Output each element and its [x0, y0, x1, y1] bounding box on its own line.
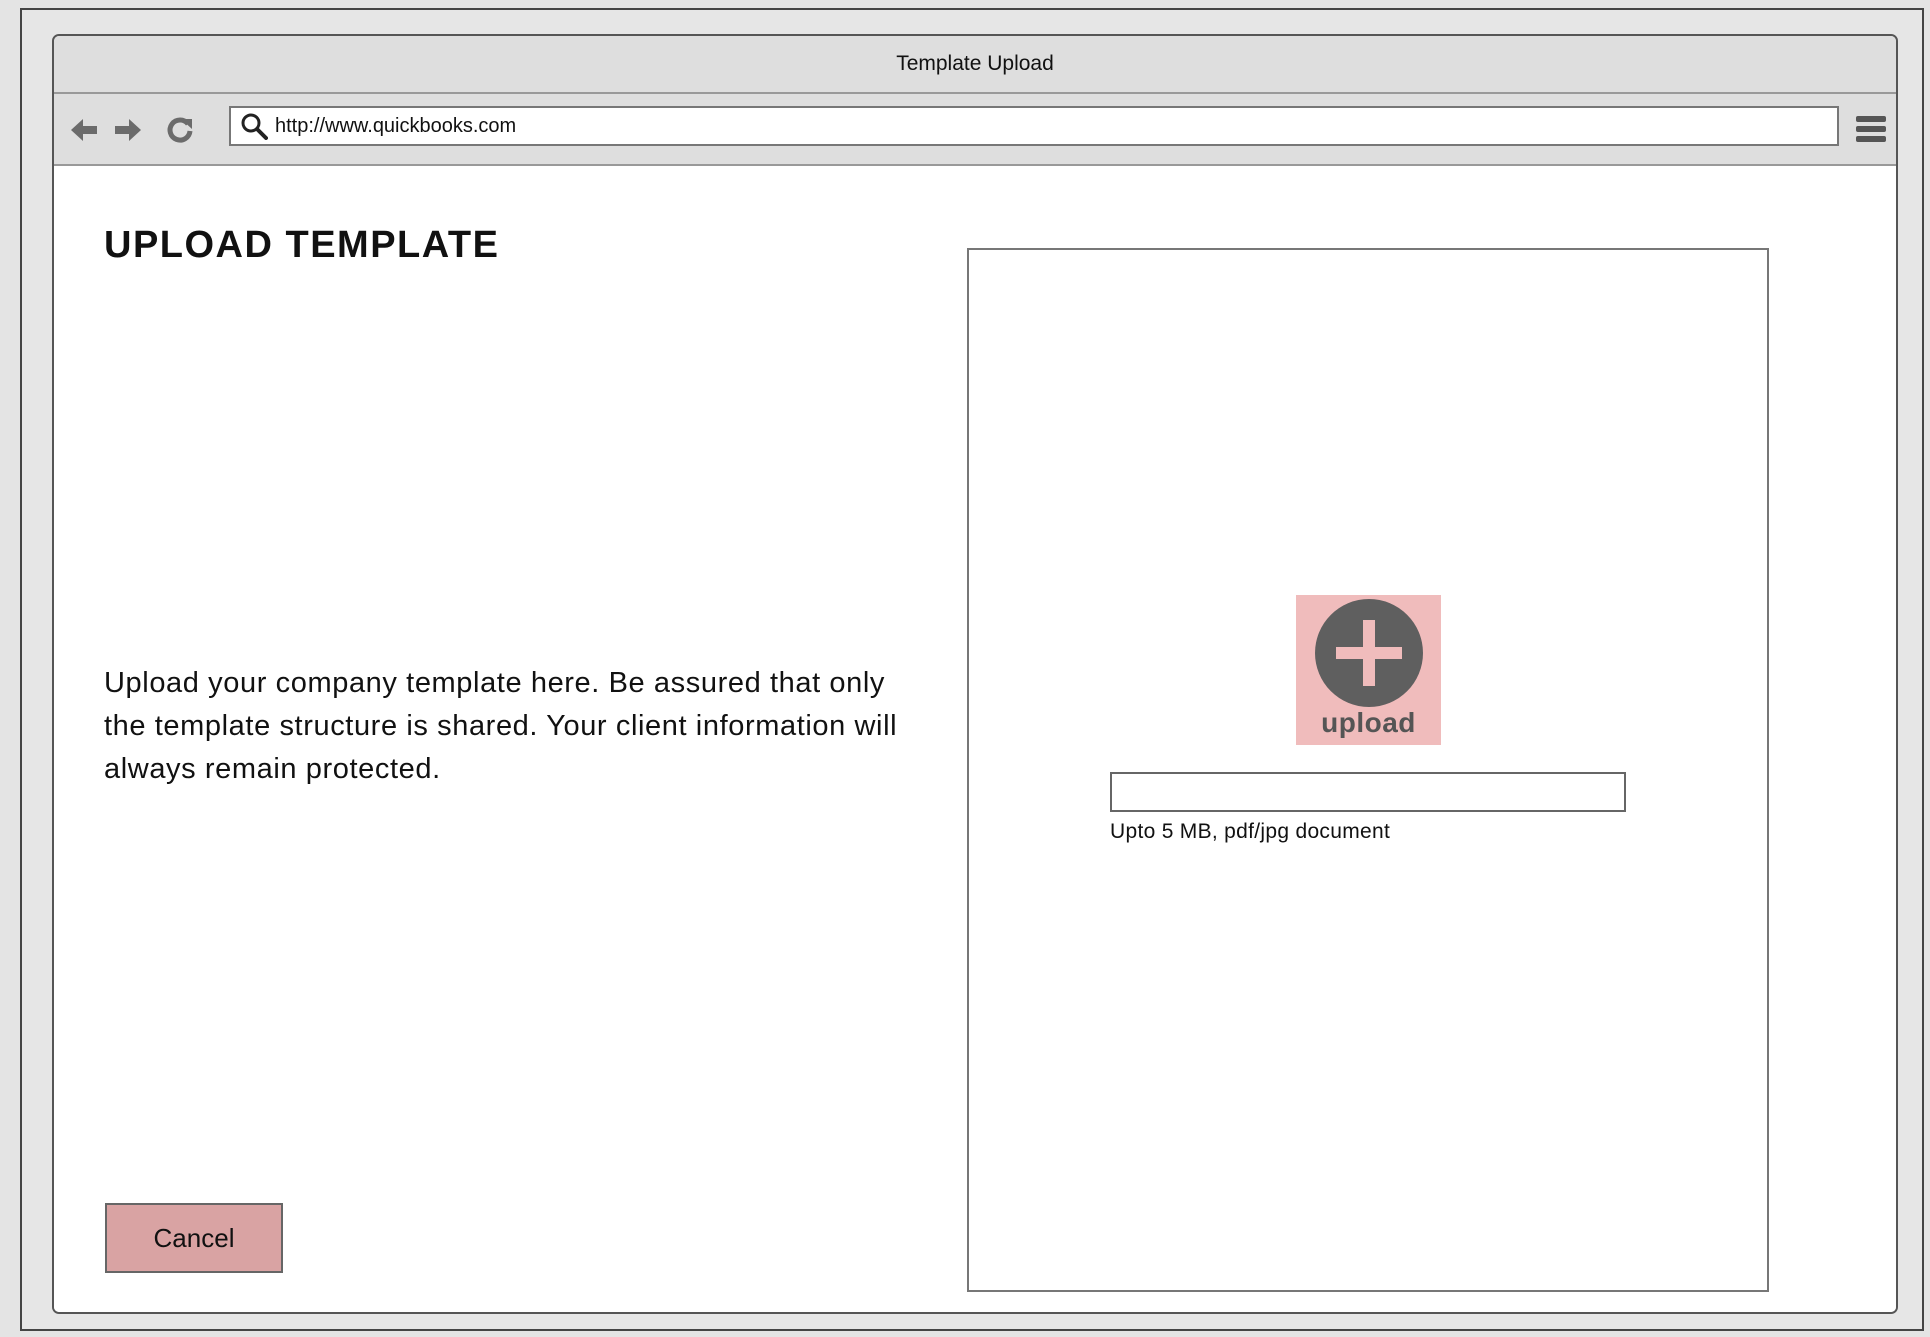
- refresh-icon[interactable]: [164, 114, 196, 146]
- forward-arrow-icon[interactable]: [112, 114, 144, 146]
- hamburger-menu-icon[interactable]: [1854, 112, 1888, 146]
- upload-button[interactable]: upload: [1296, 595, 1441, 745]
- page-title: UPLOAD TEMPLATE: [104, 224, 500, 266]
- url-bar[interactable]: [229, 106, 1839, 146]
- upload-panel: upload Upto 5 MB, pdf/jpg document: [967, 248, 1769, 1292]
- back-arrow-icon[interactable]: [68, 114, 100, 146]
- window-titlebar: Template Upload: [54, 36, 1896, 94]
- search-icon: [237, 109, 271, 143]
- browser-window: Template Upload http://www.quickbooks.co…: [52, 34, 1898, 1314]
- url-input[interactable]: [271, 114, 1837, 138]
- plus-circle-icon: [1315, 599, 1423, 707]
- cancel-button[interactable]: Cancel: [105, 1203, 283, 1273]
- page-content: UPLOAD TEMPLATE Upload your company temp…: [54, 166, 1896, 1312]
- navigation-bar: [54, 94, 1896, 166]
- upload-label: upload: [1321, 707, 1416, 738]
- file-path-field[interactable]: [1110, 772, 1626, 812]
- file-hint-text: Upto 5 MB, pdf/jpg document: [1110, 820, 1391, 843]
- description-text: Upload your company template here. Be as…: [104, 667, 898, 785]
- window-title: Template Upload: [896, 52, 1054, 75]
